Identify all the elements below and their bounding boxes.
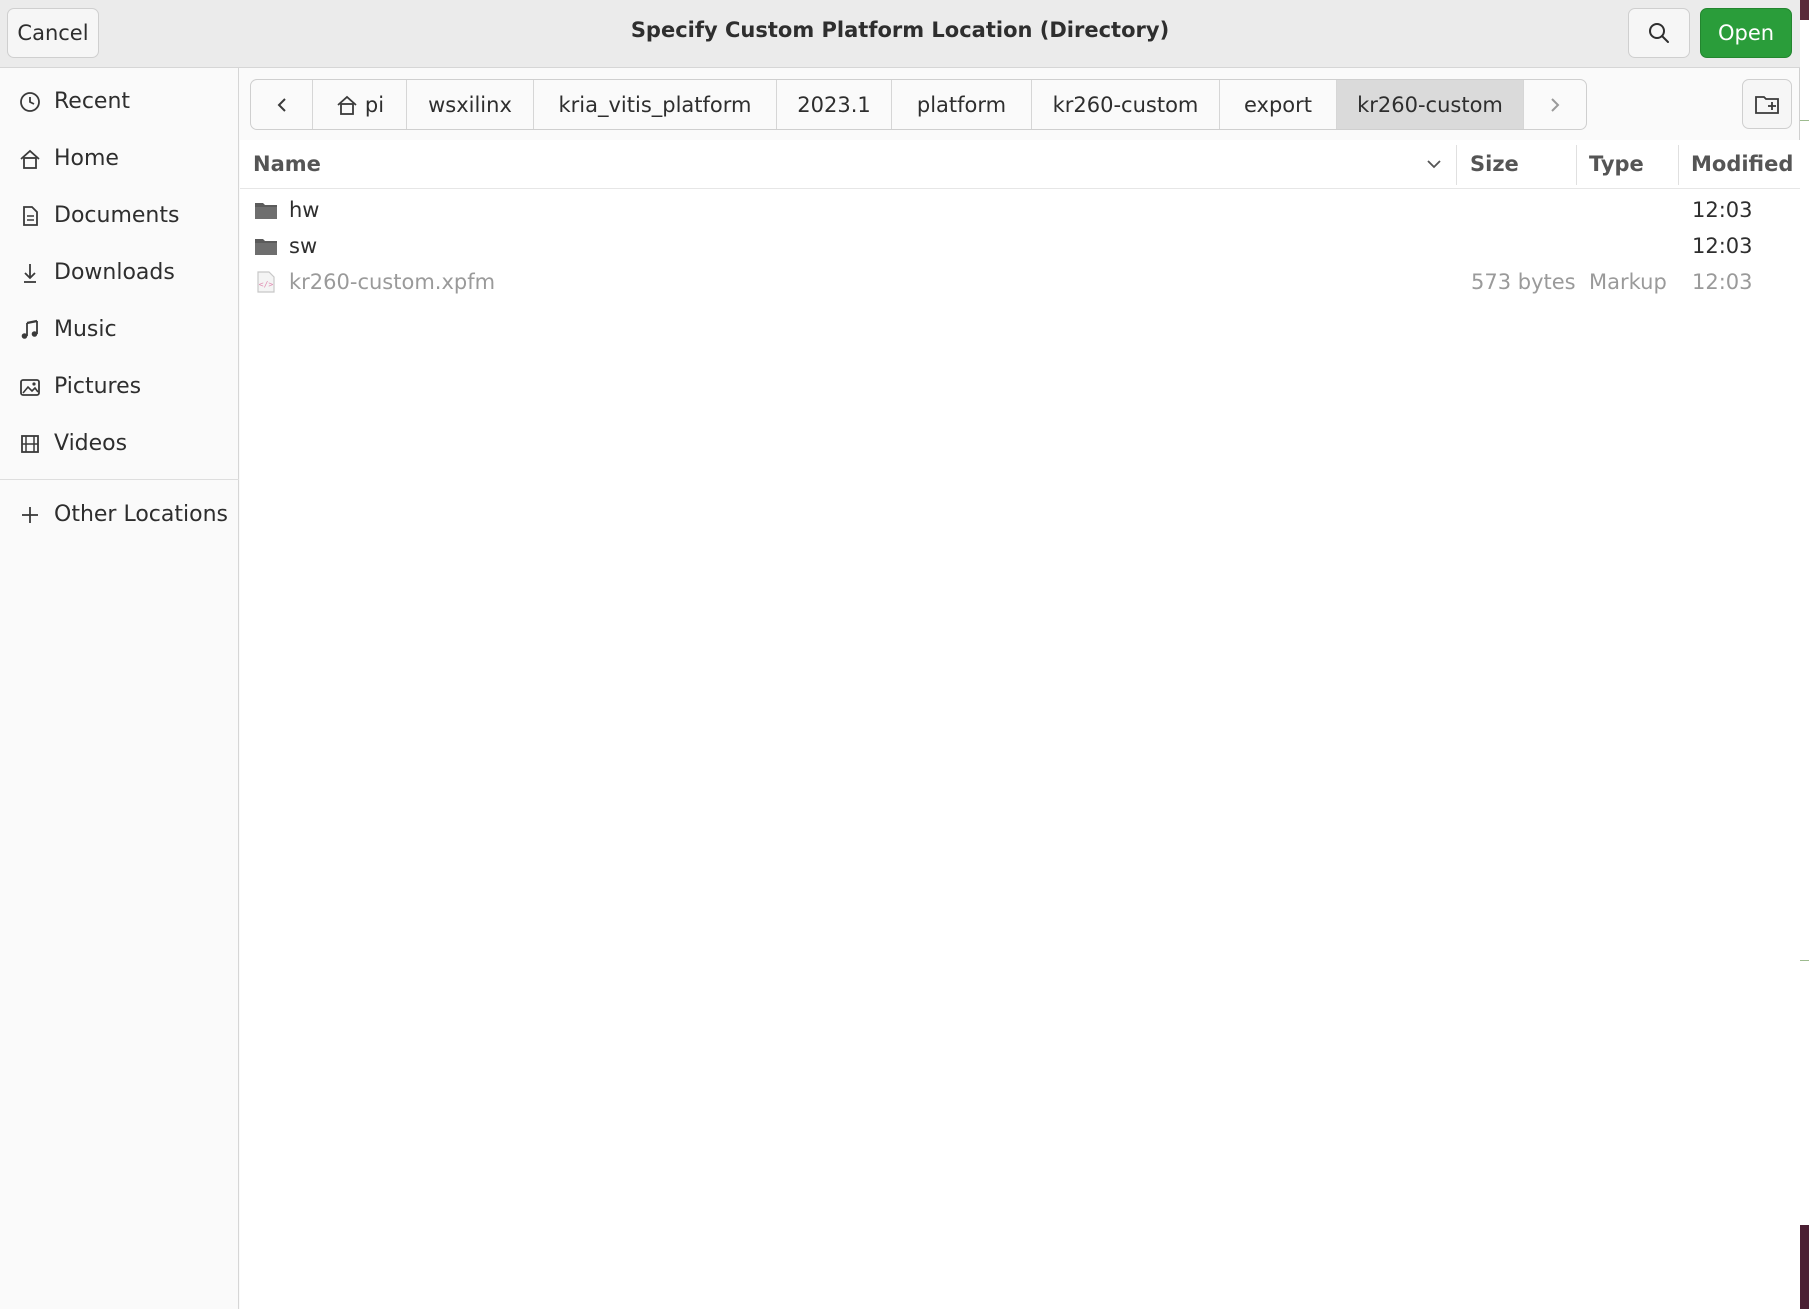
sidebar-divider [0, 479, 239, 480]
sidebar-item-recent[interactable]: Recent [0, 78, 239, 126]
column-header-name[interactable]: Name [253, 140, 1453, 188]
folder-icon [255, 239, 277, 255]
sidebar-item-label: Other Locations [54, 502, 228, 527]
sidebar-item-label: Pictures [54, 374, 142, 399]
column-divider [1456, 145, 1457, 185]
file-type: Markup [1589, 270, 1667, 294]
file-chooser-dialog: Cancel Specify Custom Platform Location … [0, 0, 1800, 1309]
column-header-type[interactable]: Type [1589, 140, 1644, 188]
sidebar-item-documents[interactable]: Documents [0, 192, 239, 240]
path-crumb[interactable]: kr260-custom [1032, 80, 1220, 129]
header-divider [240, 188, 1800, 189]
background-edge-block [1800, 0, 1809, 20]
sidebar-item-label: Videos [54, 431, 128, 456]
column-header-label: Modified [1691, 152, 1794, 176]
background-edge-block [1800, 1225, 1809, 1309]
file-row-folder[interactable]: sw 12:03 [240, 229, 1800, 265]
file-modified: 12:03 [1692, 270, 1753, 294]
file-row-file[interactable]: </> kr260-custom.xpfm 573 bytes Markup 1… [240, 265, 1800, 301]
cancel-button[interactable]: Cancel [7, 8, 99, 58]
column-header-size[interactable]: Size [1470, 140, 1519, 188]
file-name: sw [289, 234, 318, 258]
sidebar-item-other-locations[interactable]: Other Locations [0, 491, 239, 539]
markup-file-icon: </> [257, 271, 275, 293]
plus-icon [22, 507, 38, 523]
file-modified: 12:03 [1692, 234, 1753, 258]
column-divider [1678, 145, 1679, 185]
column-header-label: Type [1589, 152, 1644, 176]
file-name: hw [289, 198, 320, 222]
path-crumb[interactable]: kria_vitis_platform [534, 80, 777, 129]
document-icon [23, 206, 38, 226]
path-back-button[interactable] [251, 80, 313, 129]
dialog-title: Specify Custom Platform Location (Direct… [630, 18, 1170, 42]
chevron-left-icon [277, 97, 286, 112]
clock-icon [20, 92, 40, 112]
new-folder-icon [1755, 96, 1779, 114]
search-icon [1649, 23, 1669, 43]
folder-icon [255, 203, 277, 219]
chevron-down-icon[interactable] [1424, 154, 1444, 174]
path-crumb[interactable]: wsxilinx [407, 80, 534, 129]
film-icon [21, 435, 39, 453]
sidebar-item-home[interactable]: Home [0, 135, 239, 183]
file-size: 573 bytes [1471, 270, 1576, 294]
sidebar-item-videos[interactable]: Videos [0, 420, 239, 468]
sidebar-item-label: Home [54, 146, 119, 171]
sidebar-item-label: Music [54, 317, 117, 342]
create-folder-button[interactable] [1742, 79, 1792, 129]
sidebar-item-label: Documents [54, 203, 180, 228]
path-forward-button[interactable] [1524, 80, 1586, 129]
search-button[interactable] [1628, 8, 1690, 58]
sidebar-item-label: Recent [54, 89, 131, 114]
sidebar-item-downloads[interactable]: Downloads [0, 249, 239, 297]
column-header-modified[interactable]: Modified [1691, 140, 1793, 188]
column-divider [1576, 145, 1577, 185]
sidebar-item-music[interactable]: Music [0, 306, 239, 354]
background-window-edge [1800, 0, 1809, 1309]
path-crumb-label: pi [364, 92, 385, 117]
file-name: kr260-custom.xpfm [289, 270, 496, 294]
open-button[interactable]: Open [1700, 8, 1792, 58]
download-icon [24, 264, 36, 283]
chevron-right-icon [1551, 97, 1560, 112]
svg-text:</>: </> [259, 280, 274, 289]
music-note-icon [21, 319, 38, 339]
places-sidebar: Recent Home Documents Downloads Music Pi… [0, 68, 239, 1309]
image-icon [20, 379, 40, 396]
path-crumb-home[interactable]: pi [313, 80, 407, 129]
header-bar: Cancel Specify Custom Platform Location … [0, 0, 1800, 68]
path-crumb-current[interactable]: kr260-custom [1337, 80, 1524, 129]
home-icon [337, 95, 357, 115]
path-crumb[interactable]: 2023.1 [777, 80, 892, 129]
path-crumb[interactable]: export [1220, 80, 1337, 129]
file-row-folder[interactable]: hw 12:03 [240, 193, 1800, 229]
home-icon [20, 149, 40, 169]
sidebar-item-label: Downloads [54, 260, 175, 285]
path-bar: pi wsxilinx kria_vitis_platform 2023.1 p… [250, 79, 1587, 130]
file-modified: 12:03 [1692, 198, 1753, 222]
file-list: Name Size Type Modified hw 12:03 sw 12:0… [240, 140, 1800, 1309]
background-edge-line [1800, 120, 1809, 121]
background-edge-line [1800, 960, 1809, 961]
path-crumb[interactable]: platform [892, 80, 1032, 129]
column-header-label: Name [253, 152, 321, 176]
column-header-label: Size [1470, 152, 1519, 176]
sidebar-item-pictures[interactable]: Pictures [0, 363, 239, 411]
